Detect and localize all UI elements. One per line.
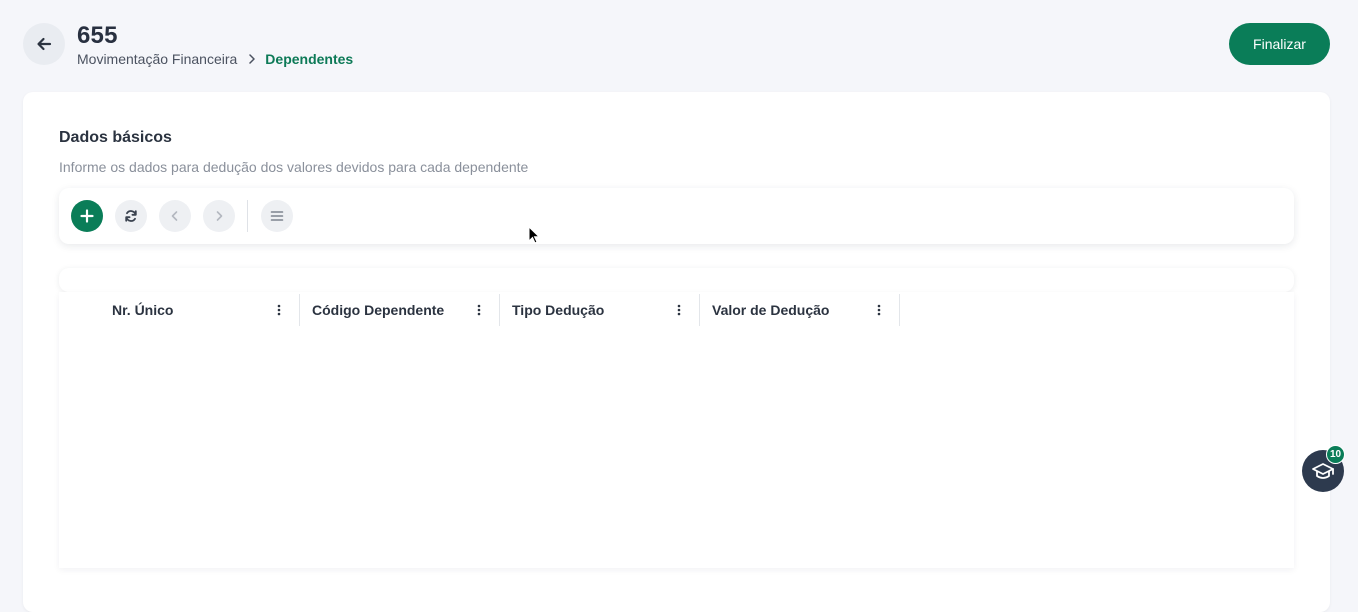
arrow-left-icon	[37, 37, 52, 51]
back-button[interactable]	[23, 23, 65, 65]
main-card: Dados básicos Informe os dados para dedu…	[23, 92, 1330, 612]
notification-badge: 10	[1326, 445, 1345, 464]
kebab-menu-icon	[677, 304, 681, 316]
refresh-icon	[125, 210, 137, 222]
more-options-button[interactable]	[261, 200, 293, 232]
dependents-grid: Nr. Único Código Dependente Tipo Dedução	[59, 188, 1294, 568]
next-button[interactable]	[203, 200, 235, 232]
column-header-tipo-deducao[interactable]: Tipo Dedução	[500, 294, 700, 326]
column-header-label: Nr. Único	[112, 302, 174, 318]
column-menu-button[interactable]	[867, 298, 891, 322]
menu-icon	[270, 211, 284, 221]
breadcrumb-current: Dependentes	[265, 51, 354, 67]
breadcrumb-parent[interactable]: Movimentação Financeira	[77, 51, 237, 67]
kebab-menu-icon	[877, 304, 881, 316]
chevron-right-icon	[248, 54, 256, 64]
previous-button[interactable]	[159, 200, 191, 232]
chevron-right-icon	[216, 211, 223, 221]
column-menu-button[interactable]	[667, 298, 691, 322]
kebab-menu-icon	[477, 304, 481, 316]
column-header-nr-unico[interactable]: Nr. Único	[100, 294, 300, 326]
column-menu-button[interactable]	[467, 298, 491, 322]
column-header-label: Valor de Dedução	[712, 302, 830, 318]
kebab-menu-icon	[277, 304, 281, 316]
page-title: 655	[77, 22, 118, 49]
section-subtitle: Informe os dados para dedução dos valore…	[59, 159, 529, 175]
grid-toolbar	[59, 188, 1294, 244]
refresh-button[interactable]	[115, 200, 147, 232]
add-button[interactable]	[71, 200, 103, 232]
page-header: 655 Movimentação Financeira Dependentes …	[0, 0, 1358, 90]
finalize-button[interactable]: Finalizar	[1229, 23, 1330, 65]
column-header-codigo-dependente[interactable]: Código Dependente	[300, 294, 500, 326]
column-header-valor-deducao[interactable]: Valor de Dedução	[700, 294, 900, 326]
column-header-label: Código Dependente	[312, 302, 445, 318]
graduation-cap-icon	[1312, 463, 1334, 479]
section-title: Dados básicos	[59, 129, 172, 146]
chevron-left-icon	[171, 211, 178, 221]
plus-icon	[80, 209, 94, 223]
grid-body: Nr. Único Código Dependente Tipo Dedução	[59, 292, 1294, 568]
breadcrumb: Movimentação Financeira Dependentes	[77, 51, 353, 67]
grid-filter-bar[interactable]	[59, 268, 1294, 292]
toolbar-divider	[247, 200, 248, 232]
column-menu-button[interactable]	[267, 298, 291, 322]
column-header-label: Tipo Dedução	[512, 302, 605, 318]
